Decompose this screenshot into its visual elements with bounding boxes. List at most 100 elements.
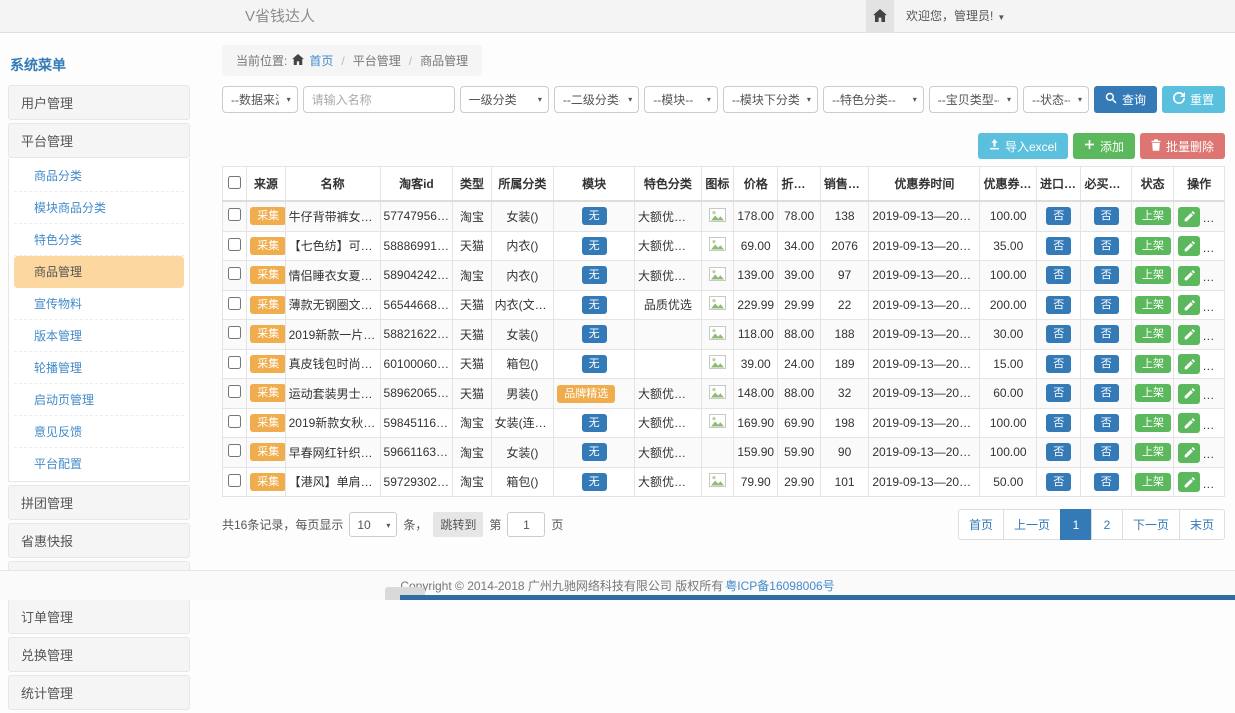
sidebar-link-1[interactable]: 模块商品分类: [14, 192, 184, 224]
sidebar-link-4[interactable]: 宣传物料: [14, 288, 184, 320]
sidebar-group-5[interactable]: 订单管理: [8, 599, 190, 634]
row-checkbox[interactable]: [228, 267, 241, 280]
product-name-input[interactable]: [303, 86, 455, 113]
row-checkbox[interactable]: [228, 238, 241, 251]
must-buy-toggle[interactable]: 否: [1094, 266, 1119, 284]
row-checkbox[interactable]: [228, 474, 241, 487]
row-checkbox[interactable]: [228, 208, 241, 221]
status-button[interactable]: 上架: [1135, 414, 1171, 432]
page-number-1[interactable]: 1: [1060, 509, 1092, 540]
status-button[interactable]: 上架: [1135, 473, 1171, 491]
import-select-toggle[interactable]: 否: [1046, 296, 1071, 314]
cell-name: 真皮钱包时尚优雅女士...: [285, 349, 380, 379]
import-select-toggle[interactable]: 否: [1046, 207, 1071, 225]
sidebar-group-3[interactable]: 省惠快报: [8, 523, 190, 558]
breadcrumb-home-link[interactable]: 首页: [309, 52, 333, 69]
sidebar-link-7[interactable]: 启动页管理: [14, 384, 184, 416]
reset-button[interactable]: 重置: [1162, 86, 1225, 113]
must-buy-toggle[interactable]: 否: [1094, 443, 1119, 461]
status-button[interactable]: 上架: [1135, 443, 1171, 461]
page-next-button[interactable]: 下一页: [1122, 509, 1180, 540]
row-checkbox[interactable]: [228, 326, 241, 339]
sidebar-group-1[interactable]: 平台管理: [8, 123, 190, 158]
edit-button[interactable]: [1178, 236, 1200, 256]
search-button[interactable]: 查询: [1094, 86, 1157, 113]
sidebar-group-6[interactable]: 兑换管理: [8, 637, 190, 672]
category-level1-select[interactable]: 一级分类: [460, 86, 549, 113]
batch-delete-button[interactable]: 批量删除: [1140, 133, 1225, 159]
row-checkbox[interactable]: [228, 297, 241, 310]
category-level2-select[interactable]: --二级分类--: [554, 86, 639, 113]
must-buy-toggle[interactable]: 否: [1094, 414, 1119, 432]
edit-button[interactable]: [1178, 443, 1200, 463]
edit-button[interactable]: [1178, 207, 1200, 227]
import-select-toggle[interactable]: 否: [1046, 237, 1071, 255]
sidebar-group-2[interactable]: 拼团管理: [8, 485, 190, 520]
feature-category-select[interactable]: --特色分类--: [823, 86, 924, 113]
import-select-toggle[interactable]: 否: [1046, 325, 1071, 343]
row-checkbox[interactable]: [228, 385, 241, 398]
user-menu[interactable]: 欢迎您，管理员!▼: [906, 0, 1005, 34]
import-excel-button[interactable]: 导入excel: [978, 133, 1068, 159]
source-badge: 采集: [250, 237, 285, 255]
status-button[interactable]: 上架: [1135, 266, 1171, 284]
import-select-toggle[interactable]: 否: [1046, 443, 1071, 461]
cell-module: 无: [554, 231, 635, 261]
import-select-toggle[interactable]: 否: [1046, 384, 1071, 402]
jump-button[interactable]: 跳转到: [433, 512, 483, 537]
select-all-checkbox[interactable]: [228, 176, 241, 189]
module-select[interactable]: --模块--: [644, 86, 718, 113]
sidebar-link-6[interactable]: 轮播管理: [14, 352, 184, 384]
status-button[interactable]: 上架: [1135, 296, 1171, 314]
edit-button[interactable]: [1178, 413, 1200, 433]
must-buy-toggle[interactable]: 否: [1094, 296, 1119, 314]
status-select[interactable]: --状态--: [1023, 86, 1089, 113]
edit-button[interactable]: [1178, 384, 1200, 404]
must-buy-toggle[interactable]: 否: [1094, 384, 1119, 402]
import-select-toggle[interactable]: 否: [1046, 414, 1071, 432]
home-button[interactable]: [866, 0, 894, 33]
import-select-toggle[interactable]: 否: [1046, 266, 1071, 284]
row-checkbox[interactable]: [228, 444, 241, 457]
import-select-toggle[interactable]: 否: [1046, 473, 1071, 491]
sidebar-link-3[interactable]: 商品管理: [14, 256, 184, 288]
edit-button[interactable]: [1178, 472, 1200, 492]
page-first-button[interactable]: 首页: [958, 509, 1004, 540]
row-checkbox[interactable]: [228, 356, 241, 369]
data-source-select[interactable]: --数据来源--: [222, 86, 298, 113]
status-button[interactable]: 上架: [1135, 207, 1171, 225]
status-button[interactable]: 上架: [1135, 237, 1171, 255]
sidebar-link-2[interactable]: 特色分类: [14, 224, 184, 256]
must-buy-toggle[interactable]: 否: [1094, 207, 1119, 225]
status-button[interactable]: 上架: [1135, 355, 1171, 373]
must-buy-toggle[interactable]: 否: [1094, 237, 1119, 255]
page-number-2[interactable]: 2: [1091, 509, 1123, 540]
must-buy-toggle[interactable]: 否: [1094, 325, 1119, 343]
page-size-select[interactable]: 10: [349, 512, 397, 537]
sidebar-link-5[interactable]: 版本管理: [14, 320, 184, 352]
row-checkbox[interactable]: [228, 415, 241, 428]
import-select-toggle[interactable]: 否: [1046, 355, 1071, 373]
module-subcategory-select[interactable]: --模块下分类--: [723, 86, 818, 113]
sidebar-link-0[interactable]: 商品分类: [14, 160, 184, 192]
icp-link[interactable]: 粤ICP备16098006号: [725, 577, 834, 594]
sidebar-group-0[interactable]: 用户管理: [8, 85, 190, 120]
must-buy-toggle[interactable]: 否: [1094, 355, 1119, 373]
item-type-select[interactable]: --宝贝类型--: [929, 86, 1018, 113]
must-buy-toggle[interactable]: 否: [1094, 473, 1119, 491]
sidebar-link-8[interactable]: 意见反馈: [14, 416, 184, 448]
add-button[interactable]: 添加: [1073, 133, 1135, 159]
status-button[interactable]: 上架: [1135, 384, 1171, 402]
sidebar-group-7[interactable]: 统计管理: [8, 675, 190, 710]
column-header-1: 名称: [285, 167, 380, 202]
jump-page-input[interactable]: [507, 512, 545, 537]
page-last-button[interactable]: 末页: [1179, 509, 1225, 540]
edit-button[interactable]: [1178, 266, 1200, 286]
edit-button[interactable]: [1178, 295, 1200, 315]
page-prev-button[interactable]: 上一页: [1003, 509, 1061, 540]
cell-type: 天猫: [453, 379, 491, 409]
status-button[interactable]: 上架: [1135, 325, 1171, 343]
edit-button[interactable]: [1178, 354, 1200, 374]
sidebar-link-9[interactable]: 平台配置: [14, 448, 184, 479]
edit-button[interactable]: [1178, 325, 1200, 345]
